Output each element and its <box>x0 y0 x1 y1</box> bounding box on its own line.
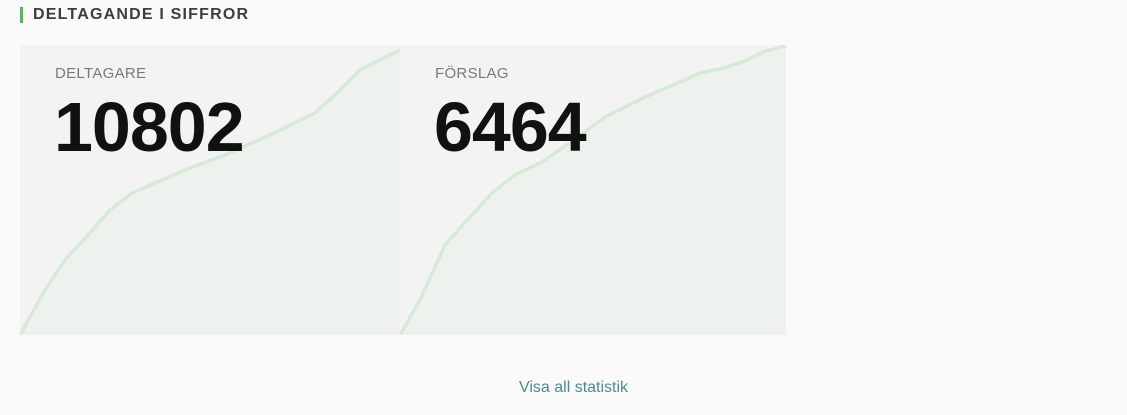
stat-value-proposals: 6464 <box>434 88 587 166</box>
stats-row: DELTAGARE 10802 FÖRSLAG 6464 <box>20 45 786 335</box>
section-header: DELTAGANDE I SIFFROR <box>20 5 249 25</box>
stat-value-participants: 10802 <box>54 88 245 166</box>
stat-card-proposals: FÖRSLAG 6464 <box>400 45 786 335</box>
title-accent-bar <box>20 7 23 23</box>
stat-label-participants: DELTAGARE <box>55 65 147 82</box>
view-all-statistics-link[interactable]: Visa all statistik <box>0 379 1127 397</box>
section-title: DELTAGANDE I SIFFROR <box>33 6 250 23</box>
stat-card-participants: DELTAGARE 10802 <box>20 45 400 335</box>
participation-section: DELTAGANDE I SIFFROR DELTAGARE 10802 FÖR… <box>0 0 1127 415</box>
stat-label-proposals: FÖRSLAG <box>435 65 509 82</box>
